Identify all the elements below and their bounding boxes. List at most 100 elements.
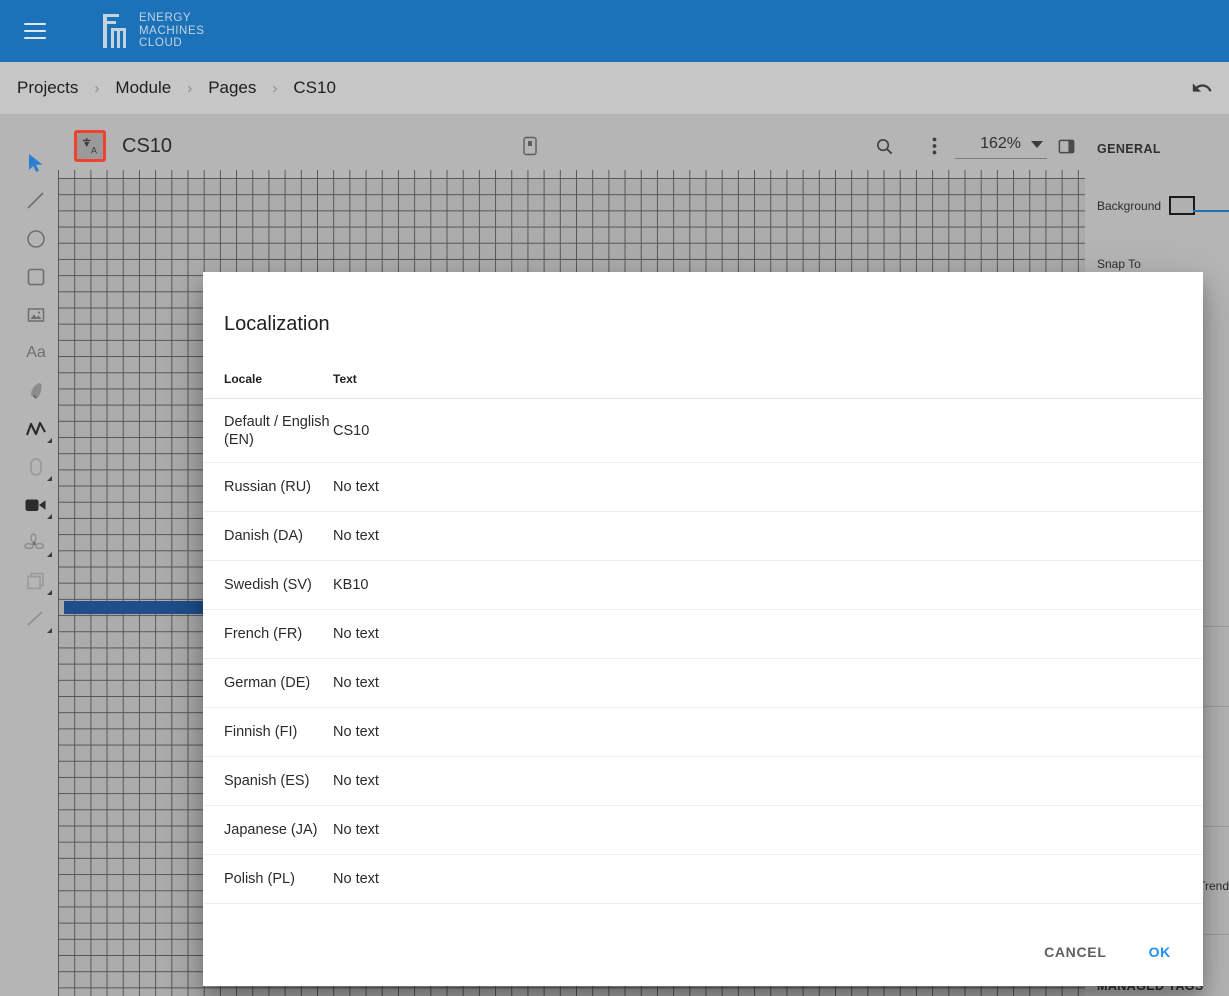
cell-locale: Danish (DA) — [203, 511, 333, 561]
table-row[interactable]: Russian (RU) No text — [203, 462, 1203, 512]
translate-icon: A — [82, 138, 98, 156]
table-row[interactable]: Japanese (JA) No text — [203, 805, 1203, 855]
cell-locale: Russian (RU) — [203, 462, 333, 512]
rectangle-tool[interactable] — [17, 258, 55, 296]
background-color-swatch[interactable] — [1169, 196, 1196, 215]
chevron-down-icon — [1031, 140, 1043, 148]
properties-section-title: GENERAL — [1097, 142, 1161, 156]
zoom-level-value: 162% — [980, 135, 1021, 152]
cell-locale: Swedish (SV) — [203, 560, 333, 610]
breadcrumb-item-module[interactable]: Module — [113, 78, 173, 98]
cell-text[interactable]: No text — [333, 511, 1203, 561]
select-cursor-tool[interactable] — [17, 144, 55, 182]
image-tool[interactable] — [17, 296, 55, 334]
more-vertical-icon — [932, 137, 936, 155]
background-label: Background — [1097, 198, 1162, 213]
search-icon — [876, 138, 892, 154]
cell-text[interactable]: KB10 — [333, 560, 1203, 610]
cursor-arrow-icon — [28, 154, 42, 172]
ok-button[interactable]: OK — [1133, 934, 1187, 970]
column-header-text: Text — [333, 336, 1203, 399]
polyline-icon — [26, 421, 46, 436]
fan-tool[interactable] — [17, 524, 55, 562]
background-property-row: Background — [1097, 196, 1229, 215]
canvas-ruler-ticks — [58, 170, 1085, 178]
table-row[interactable]: Finnish (FI) No text — [203, 707, 1203, 757]
cell-text[interactable]: No text — [333, 805, 1203, 855]
text-aa-icon: Aa — [26, 344, 46, 361]
cell-text[interactable]: No text — [333, 707, 1203, 757]
table-row[interactable]: Polish (PL) No text — [203, 854, 1203, 904]
top-app-bar: ENERGY MACHINES CLOUD — [0, 0, 1229, 62]
dialog-footer: CANCEL OK — [203, 918, 1203, 986]
cell-text[interactable]: No text — [333, 756, 1203, 806]
polyline-tool[interactable] — [17, 410, 55, 448]
tool-rail: Aa — [14, 114, 58, 996]
container-tool[interactable] — [17, 562, 55, 600]
image-icon — [27, 308, 45, 322]
breadcrumb-item-cs10[interactable]: CS10 — [291, 78, 338, 98]
gauge-tool[interactable] — [17, 448, 55, 486]
table-row[interactable]: Danish (DA) No text — [203, 511, 1203, 561]
dialog-body: Locale Text Default / English (EN) CS10 Ru… — [203, 336, 1203, 918]
device-preview-button[interactable] — [513, 129, 547, 163]
more-options-button[interactable] — [917, 129, 951, 163]
undo-button[interactable] — [1183, 69, 1221, 107]
diagonal-line-icon — [27, 611, 43, 626]
submenu-corner-icon — [47, 552, 52, 557]
video-camera-icon — [25, 499, 46, 511]
table-row[interactable]: Default / English (EN) CS10 — [203, 398, 1203, 463]
logo-line-cloud: CLOUD — [139, 37, 183, 50]
cell-locale: French (FR) — [203, 609, 333, 659]
editor-toolbar: A CS10 162% — [58, 114, 1083, 178]
gauge-capsule-icon — [30, 458, 42, 476]
cell-text[interactable]: No text — [333, 658, 1203, 708]
text-tool[interactable]: Aa — [17, 334, 55, 372]
pen-tool[interactable] — [17, 372, 55, 410]
table-row[interactable]: Swedish (SV) KB10 — [203, 560, 1203, 610]
localization-table-body: Default / English (EN) CS10 Russian (RU) No… — [203, 398, 1203, 904]
breadcrumb-bar: Projects › Module › Pages › CS10 — [0, 62, 1229, 114]
breadcrumb-item-pages[interactable]: Pages — [206, 78, 258, 98]
ellipse-tool[interactable] — [17, 220, 55, 258]
logo-line-machines: MACHINES — [139, 24, 205, 37]
snap-to-label: Snap To — [1097, 257, 1141, 271]
table-row[interactable]: Spanish (ES) No text — [203, 756, 1203, 806]
table-row[interactable]: French (FR) No text — [203, 609, 1203, 659]
hamburger-menu-icon[interactable] — [24, 23, 46, 39]
table-header-row: Locale Text — [203, 336, 1203, 399]
submenu-corner-icon — [47, 514, 52, 519]
camera-tool[interactable] — [17, 486, 55, 524]
breadcrumb-separator: › — [187, 79, 193, 97]
cell-text[interactable]: No text — [333, 462, 1203, 512]
cell-text[interactable]: No text — [333, 854, 1203, 904]
submenu-corner-icon — [47, 628, 52, 633]
cell-locale: Japanese (JA) — [203, 805, 333, 855]
diagonal-line-icon — [27, 192, 44, 209]
breadcrumb-separator: › — [94, 79, 100, 97]
cell-locale: Finnish (FI) — [203, 707, 333, 757]
cell-text[interactable]: No text — [333, 609, 1203, 659]
localization-button[interactable]: A — [74, 130, 106, 162]
submenu-corner-icon — [47, 590, 52, 595]
undo-arrow-icon — [1192, 83, 1212, 92]
device-preview-icon — [523, 136, 537, 156]
zoom-level-select[interactable]: 162% — [955, 133, 1047, 159]
logo-line-energy: ENERGY — [139, 12, 192, 25]
search-button[interactable] — [867, 129, 901, 163]
breadcrumb-separator: › — [272, 79, 278, 97]
line-tool[interactable] — [17, 182, 55, 220]
connector-tool[interactable] — [17, 600, 55, 638]
app-logo: ENERGY MACHINES CLOUD — [103, 12, 205, 49]
energy-machines-logo-icon — [103, 14, 126, 48]
panel-toggle-button[interactable] — [1049, 129, 1083, 163]
cell-text[interactable]: CS10 — [333, 398, 1203, 463]
cell-locale: Default / English (EN) — [203, 398, 333, 463]
submenu-corner-icon — [47, 438, 52, 443]
column-header-locale: Locale — [203, 336, 333, 399]
dialog-title: Localization — [224, 313, 330, 335]
breadcrumb-item-projects[interactable]: Projects — [15, 78, 80, 98]
cancel-button[interactable]: CANCEL — [1028, 934, 1123, 970]
table-row[interactable]: German (DE) No text — [203, 658, 1203, 708]
application-root: ENERGY MACHINES CLOUD Projects › Module … — [0, 0, 1229, 996]
